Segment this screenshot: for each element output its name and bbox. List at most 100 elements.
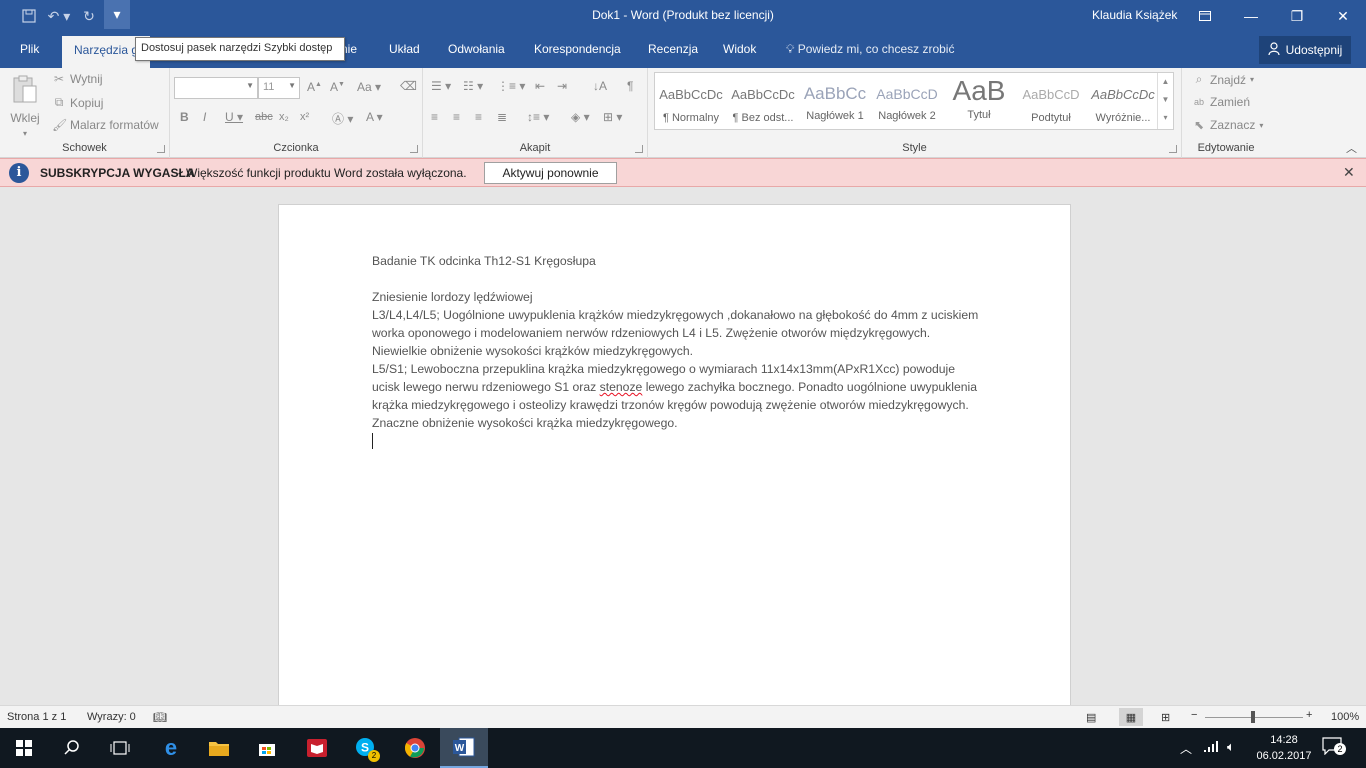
align-center-icon[interactable]: ≡	[453, 110, 460, 124]
page-count[interactable]: Strona 1 z 1	[7, 711, 66, 723]
word-count[interactable]: Wyrazy: 0	[87, 711, 136, 723]
bullets-icon[interactable]: ☰ ▾	[431, 79, 451, 93]
align-right-icon[interactable]: ≡	[475, 110, 482, 124]
clear-formatting-icon[interactable]: ⌫	[400, 79, 417, 93]
font-size-field[interactable]: 11 ▼	[258, 77, 300, 99]
tell-me-search[interactable]: 💡︎ Powiedz mi, co chcesz zrobić	[786, 42, 954, 57]
windows-start-icon[interactable]	[0, 728, 48, 768]
zoom-level[interactable]: 100%	[1331, 711, 1359, 723]
align-left-icon[interactable]: ≡	[431, 110, 438, 124]
skype-icon[interactable]: S 2	[342, 728, 390, 768]
superscript-icon[interactable]: x²	[300, 111, 309, 123]
network-icon[interactable]	[1204, 739, 1220, 756]
style-title[interactable]: AaB Tytuł	[945, 75, 1013, 129]
shading-icon[interactable]: ◈ ▾	[571, 110, 590, 124]
borders-icon[interactable]: ⊞ ▾	[603, 110, 622, 124]
reactivate-button[interactable]: Aktywuj ponownie	[484, 162, 617, 184]
share-button[interactable]: Udostępnij	[1259, 36, 1351, 64]
bold-icon[interactable]: B	[180, 110, 189, 124]
increase-indent-icon[interactable]: ⇥	[557, 79, 567, 93]
zoom-slider-thumb[interactable]	[1251, 711, 1255, 723]
share-label: Udostępnij	[1285, 43, 1343, 57]
zoom-out-icon[interactable]: −	[1191, 709, 1197, 721]
search-icon[interactable]	[48, 728, 96, 768]
style-heading-1[interactable]: AaBbCc Nagłówek 1	[801, 75, 869, 129]
text-effects-icon[interactable]: Ⓐ ▾	[332, 110, 353, 127]
notification-count: 2	[1334, 743, 1346, 755]
edge-icon[interactable]: e	[147, 728, 195, 768]
style-normal[interactable]: AaBbCcDc ¶ Normalny	[657, 75, 725, 129]
find-button[interactable]: ⌕ Znajdź ▾	[1192, 72, 1254, 87]
read-mode-icon[interactable]: ▤	[1086, 711, 1096, 724]
strikethrough-icon[interactable]: abc	[255, 111, 273, 123]
multilevel-list-icon[interactable]: ⋮≡ ▾	[497, 79, 525, 93]
web-layout-icon[interactable]: ⊞	[1161, 711, 1170, 724]
tab-review[interactable]: Recenzja	[648, 42, 698, 56]
reader-icon[interactable]	[293, 728, 341, 768]
show-hidden-icons-icon[interactable]: ︿	[1180, 740, 1192, 757]
cut-button[interactable]: ✂ Wytnij	[52, 72, 103, 86]
store-icon[interactable]	[243, 728, 291, 768]
paste-button[interactable]: Wklej ▾	[8, 74, 42, 138]
style-name: Podtytuł	[1031, 112, 1071, 124]
pilcrow-icon[interactable]: ¶	[627, 79, 633, 93]
notifications-icon[interactable]: 2	[1322, 737, 1346, 757]
user-name[interactable]: Klaudia Książek	[1092, 8, 1177, 22]
document-page[interactable]: Badanie TK odcinka Th12-S1 Kręgosłupa Zn…	[278, 204, 1071, 705]
zoom-in-icon[interactable]: +	[1306, 709, 1312, 721]
replace-button[interactable]: ab Zamień	[1192, 95, 1250, 109]
document-body[interactable]: Badanie TK odcinka Th12-S1 Kręgosłupa Zn…	[372, 252, 982, 449]
shrink-font-icon[interactable]: A▼	[330, 80, 345, 94]
italic-icon[interactable]: I	[203, 110, 206, 124]
subscript-icon[interactable]: x₂	[279, 111, 289, 123]
gallery-more-icon[interactable]: ▾	[1158, 109, 1173, 127]
font-name-field[interactable]: ▼	[174, 77, 258, 99]
chevron-down-icon[interactable]: ▼	[1158, 91, 1173, 109]
styles-launcher-icon[interactable]	[1169, 145, 1177, 153]
sort-icon[interactable]: ↓A	[593, 79, 607, 93]
justify-icon[interactable]: ≣	[497, 110, 507, 124]
taskbar-clock[interactable]: 14:28 06.02.2017	[1251, 732, 1317, 764]
select-button[interactable]: ⬉ Zaznacz ▾	[1192, 118, 1263, 132]
gallery-scroll[interactable]: ▲ ▼ ▾	[1157, 73, 1173, 129]
print-layout-icon[interactable]: ▦	[1119, 708, 1143, 726]
proofing-icon[interactable]: 📖︎	[153, 711, 167, 724]
clipboard-icon	[11, 74, 39, 107]
tab-references[interactable]: Odwołania	[448, 42, 505, 56]
clipboard-launcher-icon[interactable]	[157, 145, 165, 153]
grow-font-icon[interactable]: A▲	[307, 80, 322, 94]
change-case-icon[interactable]: Aa ▾	[357, 80, 381, 94]
style-subtitle[interactable]: AaBbCcD Podtytuł	[1017, 75, 1085, 129]
file-explorer-icon[interactable]	[195, 728, 243, 768]
spelling-error[interactable]: stenoze	[600, 380, 643, 394]
numbering-icon[interactable]: ☷ ▾	[463, 79, 483, 93]
restore-icon[interactable]: ❐	[1274, 0, 1320, 32]
tab-file[interactable]: Plik	[20, 42, 39, 56]
style-emphasis[interactable]: AaBbCcDc Wyróżnie...	[1089, 75, 1157, 129]
ribbon-display-options-icon[interactable]	[1182, 0, 1228, 32]
document-area[interactable]: Badanie TK odcinka Th12-S1 Kręgosłupa Zn…	[0, 187, 1366, 705]
line-spacing-icon[interactable]: ↕≡ ▾	[527, 110, 549, 124]
minimize-icon[interactable]: —	[1228, 0, 1274, 32]
close-icon[interactable]: ✕	[1343, 164, 1355, 181]
tab-mailings[interactable]: Korespondencja	[534, 42, 621, 56]
zoom-slider[interactable]	[1205, 711, 1303, 723]
close-icon[interactable]: ✕	[1320, 0, 1366, 32]
tab-layout[interactable]: Układ	[389, 42, 420, 56]
task-view-icon[interactable]	[96, 728, 144, 768]
font-launcher-icon[interactable]	[410, 145, 418, 153]
collapse-ribbon-icon[interactable]: ︿	[1346, 140, 1357, 156]
volume-icon[interactable]: 🔈︎	[1227, 739, 1235, 755]
copy-button[interactable]: ⧉ Kopiuj	[52, 95, 104, 110]
chrome-icon[interactable]	[391, 728, 439, 768]
style-heading-2[interactable]: AaBbCcD Nagłówek 2	[873, 75, 941, 129]
format-painter-button[interactable]: 🖌︎ Malarz formatów	[52, 118, 159, 132]
underline-icon[interactable]: U ▾	[225, 110, 243, 124]
word-taskbar-icon[interactable]: W	[440, 728, 488, 768]
style-no-spacing[interactable]: AaBbCcDc ¶ Bez odst...	[729, 75, 797, 129]
paragraph-launcher-icon[interactable]	[635, 145, 643, 153]
chevron-up-icon[interactable]: ▲	[1158, 73, 1173, 91]
tab-view[interactable]: Widok	[723, 42, 756, 56]
font-color-icon[interactable]: A ▾	[366, 110, 383, 124]
decrease-indent-icon[interactable]: ⇤	[535, 79, 545, 93]
